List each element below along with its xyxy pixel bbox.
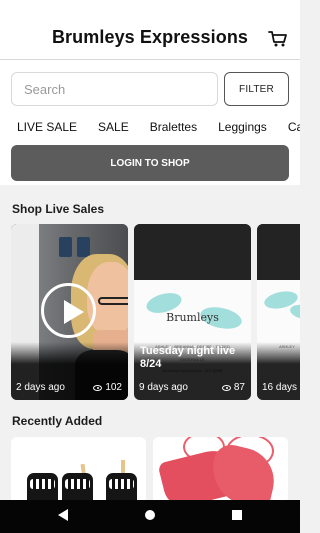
thumbnail-dark-band: [257, 224, 300, 280]
glasses-image: [98, 297, 128, 305]
cart-icon[interactable]: [268, 30, 288, 48]
play-icon[interactable]: [41, 283, 96, 338]
category-tab-sale[interactable]: SALE: [98, 120, 129, 134]
mobile-shop-screen: Brumleys Expressions FILTER LIVE SALE SAL…: [0, 0, 300, 533]
category-tab-bralettes[interactable]: Bralettes: [150, 120, 197, 134]
live-sale-card-partial[interactable]: ASHLEY 16 days: [257, 224, 300, 400]
tumbler-image: [62, 473, 93, 503]
shop-live-sales-heading: Shop Live Sales: [12, 202, 105, 216]
recently-added-heading: Recently Added: [12, 414, 103, 428]
view-count: 102: [93, 382, 122, 393]
home-icon[interactable]: [145, 510, 155, 520]
video-metadata: 2 days ago 102: [16, 382, 122, 394]
view-count: 87: [221, 382, 245, 393]
recent-product-card[interactable]: [11, 437, 146, 503]
video-age: 9 days ago: [139, 382, 188, 393]
login-to-shop-button[interactable]: LOGIN TO SHOP: [11, 145, 289, 181]
category-tab-leggings[interactable]: Leggings: [218, 120, 267, 134]
video-age: 16 days: [262, 382, 298, 393]
category-tab-cami[interactable]: Cami: [288, 120, 300, 134]
filter-button[interactable]: FILTER: [224, 72, 289, 106]
thumbnail-dark-band: [134, 224, 251, 280]
logo-script-text-image: Brumleys: [166, 311, 219, 324]
hanging-shirt-image: [77, 237, 90, 257]
category-tab-live-sale[interactable]: LIVE SALE: [17, 120, 77, 134]
page-title: Brumleys Expressions: [51, 27, 249, 47]
app-header: Brumleys Expressions: [0, 0, 300, 60]
video-age: 2 days ago: [16, 382, 65, 393]
tumbler-image: [106, 473, 137, 503]
view-count-value: 87: [233, 382, 245, 393]
live-sale-card[interactable]: Brumleys ASHLEY · BREANNA · DENISE · TWE…: [134, 224, 251, 400]
video-metadata: 16 days: [262, 382, 300, 394]
search-input[interactable]: [11, 72, 218, 106]
video-metadata: 9 days ago 87: [139, 382, 245, 394]
hanging-shirt-image: [59, 237, 72, 257]
recent-product-card[interactable]: [153, 437, 288, 503]
eye-icon: [221, 385, 231, 391]
live-sale-title: Tuesday night live 8/24: [140, 345, 236, 370]
tumbler-image: [27, 473, 58, 503]
category-tabs: LIVE SALE SALE Bralettes Leggings Cami: [17, 118, 300, 138]
recent-apps-icon[interactable]: [232, 510, 242, 520]
shop-controls: FILTER LIVE SALE SALE Bralettes Leggings Cam…: [0, 60, 300, 185]
back-icon[interactable]: [58, 509, 68, 521]
live-sale-card[interactable]: 2 days ago 102: [11, 224, 128, 400]
eye-icon: [93, 385, 103, 391]
view-count-value: 102: [105, 382, 122, 393]
